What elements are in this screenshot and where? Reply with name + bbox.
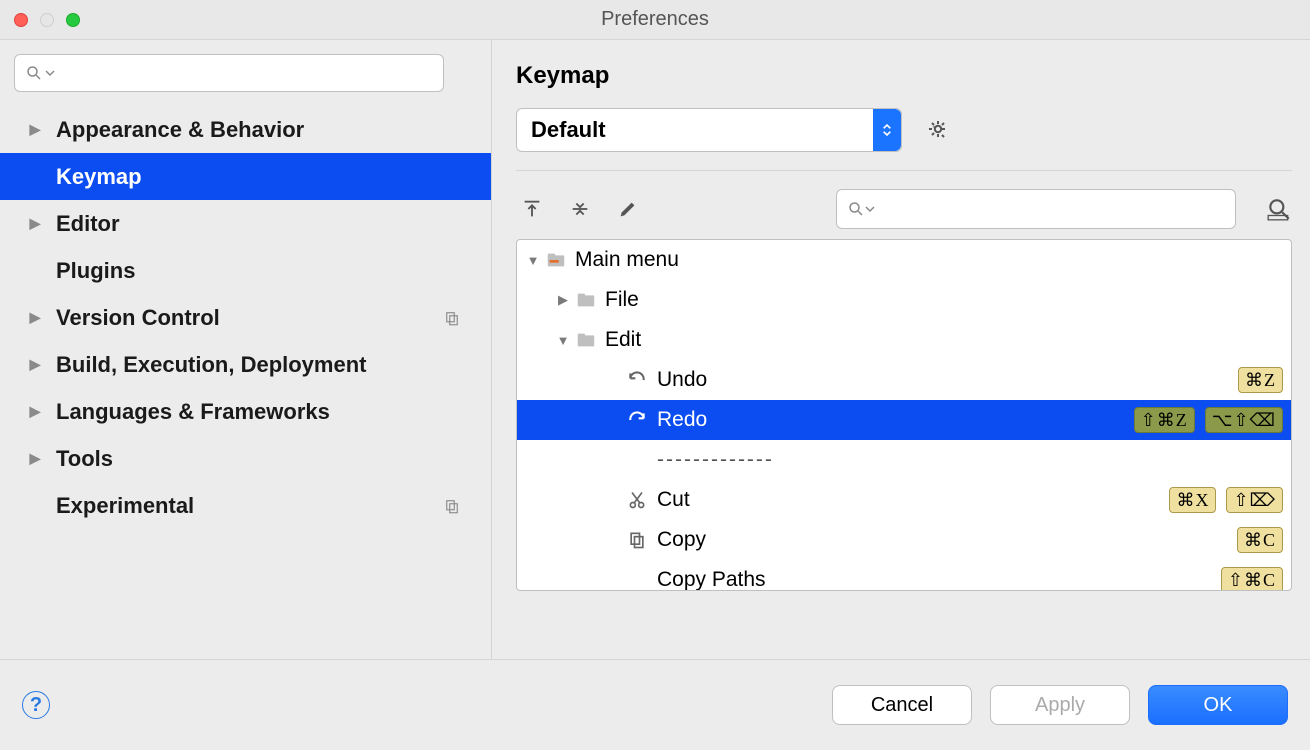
separator [516, 170, 1292, 171]
shortcut-badge: ⌘Z [1238, 367, 1283, 393]
sidebar-item-label: Appearance & Behavior [56, 117, 304, 143]
search-icon [847, 200, 865, 218]
sidebar-item-plugins[interactable]: ▶Plugins [0, 247, 491, 294]
sidebar-search[interactable] [14, 54, 444, 92]
project-level-icon [443, 309, 461, 327]
sidebar-item-keymap[interactable]: ▶Keymap [0, 153, 491, 200]
find-by-shortcut-button[interactable] [1266, 196, 1292, 222]
footer: ? Cancel Apply OK [0, 660, 1310, 750]
expand-all-button[interactable] [516, 193, 548, 225]
action-copy[interactable]: Copy ⌘C [517, 520, 1291, 560]
shortcut-badge: ⌘X [1169, 487, 1216, 513]
sidebar-item-languages[interactable]: ▶Languages & Frameworks [0, 388, 491, 435]
action-redo[interactable]: Redo ⇧⌘Z ⌥⇧⌫ [517, 400, 1291, 440]
project-level-icon [443, 497, 461, 515]
keymap-settings-button[interactable] [926, 118, 950, 142]
shortcut-badge: ⇧⌘C [1221, 567, 1283, 591]
action-separator: ------------- [517, 440, 1291, 480]
gear-icon [926, 118, 950, 142]
chevron-down-icon [865, 204, 875, 214]
select-arrows-icon [873, 109, 901, 151]
shortcut-badge: ⇧⌦ [1226, 487, 1283, 513]
ok-button[interactable]: OK [1148, 685, 1288, 725]
expand-toggle-icon[interactable]: ▼ [521, 253, 545, 268]
apply-button[interactable]: Apply [990, 685, 1130, 725]
tree-node-label: Edit [605, 328, 1283, 352]
action-search-input[interactable] [875, 199, 1225, 220]
sidebar-item-label: Plugins [56, 258, 135, 284]
main-panel: Keymap Default [492, 40, 1310, 659]
folder-icon [575, 329, 599, 351]
action-label: Redo [657, 408, 1134, 432]
chevron-down-icon [45, 68, 55, 78]
collapse-all-button[interactable] [564, 193, 596, 225]
find-shortcut-icon [1266, 196, 1292, 222]
search-icon [25, 64, 43, 82]
action-undo[interactable]: Undo ⌘Z [517, 360, 1291, 400]
title-bar: Preferences [0, 0, 1310, 40]
action-label: Copy Paths [657, 568, 1221, 591]
undo-icon [625, 370, 649, 390]
separator-label: ------------- [657, 448, 1283, 472]
shortcut-badge: ⌘C [1237, 527, 1283, 553]
keymap-select[interactable]: Default [516, 108, 902, 152]
folder-icon [545, 249, 569, 271]
expand-toggle-icon[interactable]: ▼ [551, 333, 575, 348]
window-title: Preferences [0, 8, 1310, 31]
sidebar: ▶Appearance & Behavior ▶Keymap ▶Editor ▶… [0, 40, 492, 659]
shortcut-badge: ⌥⇧⌫ [1205, 407, 1283, 433]
tree-node-label: Main menu [575, 248, 1283, 272]
settings-tree: ▶Appearance & Behavior ▶Keymap ▶Editor ▶… [0, 106, 491, 529]
action-search[interactable] [836, 189, 1236, 229]
expand-toggle-icon[interactable]: ▶ [551, 292, 575, 308]
action-cut[interactable]: Cut ⌘X ⇧⌦ [517, 480, 1291, 520]
action-copy-paths[interactable]: Copy Paths ⇧⌘C [517, 560, 1291, 591]
cut-icon [625, 490, 649, 510]
action-label: Undo [657, 368, 1238, 392]
sidebar-item-appearance[interactable]: ▶Appearance & Behavior [0, 106, 491, 153]
keymap-toolbar [516, 189, 1292, 229]
sidebar-item-build[interactable]: ▶Build, Execution, Deployment [0, 341, 491, 388]
help-button[interactable]: ? [22, 691, 50, 719]
expand-all-icon [521, 198, 543, 220]
sidebar-item-label: Version Control [56, 305, 220, 331]
action-label: Copy [657, 528, 1237, 552]
page-title: Keymap [516, 62, 1292, 90]
edit-shortcut-button[interactable] [612, 193, 644, 225]
cancel-button[interactable]: Cancel [832, 685, 972, 725]
tree-node-edit[interactable]: ▼ Edit [517, 320, 1291, 360]
sidebar-item-label: Build, Execution, Deployment [56, 352, 366, 378]
pencil-icon [617, 198, 639, 220]
sidebar-item-editor[interactable]: ▶Editor [0, 200, 491, 247]
folder-icon [575, 289, 599, 311]
sidebar-item-label: Editor [56, 211, 120, 237]
sidebar-item-tools[interactable]: ▶Tools [0, 435, 491, 482]
copy-icon [625, 530, 649, 550]
action-tree[interactable]: ▼ Main menu ▶ File ▼ Edit Undo ⌘Z [516, 239, 1292, 591]
sidebar-search-input[interactable] [55, 63, 433, 84]
action-label: Cut [657, 488, 1169, 512]
sidebar-item-label: Experimental [56, 493, 194, 519]
sidebar-item-version-control[interactable]: ▶Version Control [0, 294, 491, 341]
tree-node-main-menu[interactable]: ▼ Main menu [517, 240, 1291, 280]
sidebar-item-label: Tools [56, 446, 113, 472]
collapse-all-icon [569, 198, 591, 220]
sidebar-item-label: Languages & Frameworks [56, 399, 330, 425]
sidebar-item-label: Keymap [56, 164, 142, 190]
tree-node-file[interactable]: ▶ File [517, 280, 1291, 320]
sidebar-item-experimental[interactable]: ▶Experimental [0, 482, 491, 529]
tree-node-label: File [605, 288, 1283, 312]
redo-icon [625, 410, 649, 430]
keymap-select-value: Default [531, 117, 606, 143]
shortcut-badge: ⇧⌘Z [1134, 407, 1195, 433]
